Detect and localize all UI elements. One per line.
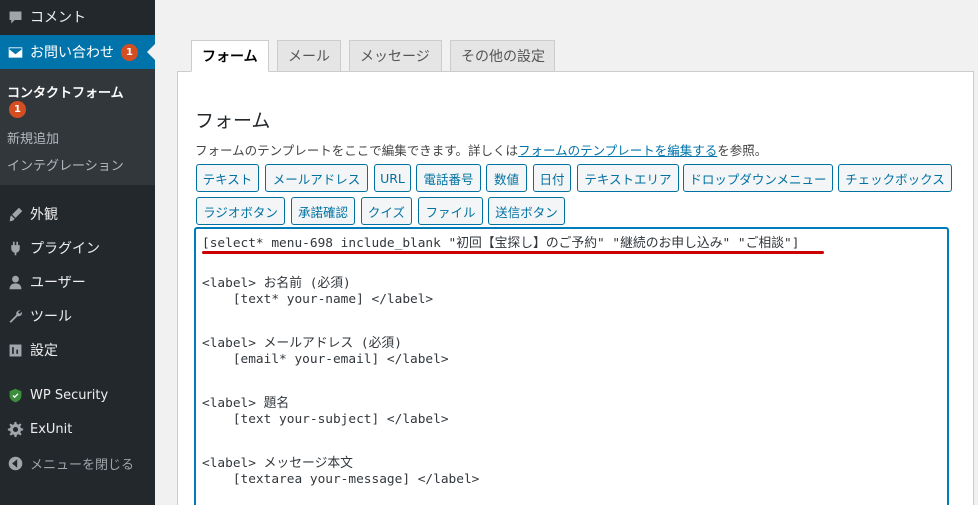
code-line: <label> メッセージ本文 (202, 456, 353, 471)
form-panel: フォーム フォームのテンプレートをここで編集できます。詳しくはフォームのテンプレ… (177, 71, 974, 505)
tag-button-text[interactable]: テキスト (196, 164, 259, 192)
tag-button-email[interactable]: メールアドレス (265, 164, 368, 192)
tab-label: メール (288, 49, 330, 65)
menu-item-label: コメント (30, 10, 86, 26)
menu-item-label: 外観 (30, 207, 58, 223)
menu-item-wp-security[interactable]: WP Security (0, 378, 155, 412)
submenu-item-contact-forms[interactable]: コンタクトフォーム (7, 82, 124, 101)
menu-item-settings[interactable]: 設定 (0, 333, 155, 367)
notification-badge: 1 (9, 101, 26, 118)
code-line: <label> 題名 (202, 396, 290, 411)
tag-button-url[interactable]: URL (374, 164, 411, 192)
comment-icon (0, 9, 30, 26)
form-description: フォームのテンプレートをここで編集できます。詳しくはフォームのテンプレートを編集… (195, 140, 767, 159)
submenu-item-add-new[interactable]: 新規追加 (7, 128, 59, 147)
description-text: を参照。 (717, 143, 768, 158)
mail-icon (0, 44, 30, 61)
code-line: <label> メールアドレス (必須) (202, 336, 402, 351)
menu-item-label: WP Security (30, 387, 109, 403)
tab-additional-settings[interactable]: その他の設定 (450, 40, 555, 72)
gear-icon (0, 421, 30, 438)
collapse-menu-button[interactable]: メニューを閉じる (0, 446, 155, 480)
menu-item-label: ExUnit (30, 421, 73, 437)
menu-item-appearance[interactable]: 外観 (0, 197, 155, 231)
tag-button-acceptance[interactable]: 承諾確認 (291, 197, 355, 225)
description-text: フォームのテンプレートをここで編集できます。詳しくは (195, 143, 519, 158)
tab-label: フォーム (202, 49, 258, 65)
admin-sidebar: コメント お問い合わせ 1 コンタクトフォーム 1 新規追加 インテグレーション… (0, 0, 155, 505)
notification-badge: 1 (121, 43, 138, 61)
menu-item-exunit[interactable]: ExUnit (0, 412, 155, 446)
shield-icon (0, 387, 30, 404)
tag-button-dropdown[interactable]: ドロップダウンメニュー (683, 164, 833, 192)
menu-item-users[interactable]: ユーザー (0, 265, 155, 299)
menu-item-label: メニューを閉じる (30, 457, 135, 473)
menu-item-label: ツール (30, 309, 72, 325)
submenu-item-label: 新規追加 (7, 132, 60, 147)
section-heading: フォーム (195, 110, 271, 132)
code-line: [textarea your-message] </label> (202, 472, 480, 487)
code-line: [text* your-name] </label> (202, 292, 434, 307)
edit-template-link[interactable]: フォームのテンプレートを編集する (518, 143, 717, 158)
code-line: [select* menu-698 include_blank "初回【宝探し】… (202, 236, 800, 251)
form-template-editor[interactable]: [select* menu-698 include_blank "初回【宝探し】… (194, 227, 949, 505)
contact-submenu: コンタクトフォーム 1 新規追加 インテグレーション (0, 69, 155, 185)
tag-button-submit[interactable]: 送信ボタン (488, 197, 565, 225)
tab-form[interactable]: フォーム (191, 40, 269, 72)
tag-button-quiz[interactable]: クイズ (361, 197, 412, 225)
menu-item-tools[interactable]: ツール (0, 299, 155, 333)
menu-item-plugins[interactable]: プラグイン (0, 231, 155, 265)
paintbrush-icon (0, 206, 30, 223)
menu-item-comments[interactable]: コメント (0, 0, 155, 34)
menu-item-label: プラグイン (30, 241, 100, 257)
menu-item-label: ユーザー (30, 275, 86, 291)
tag-button-tel[interactable]: 電話番号 (416, 164, 481, 192)
tab-mail[interactable]: メール (277, 40, 341, 72)
wrench-icon (0, 308, 30, 325)
collapse-arrow-icon (0, 455, 30, 472)
submenu-item-label: インテグレーション (7, 159, 124, 174)
plug-icon (0, 240, 30, 257)
tag-button-checkbox[interactable]: チェックボックス (838, 164, 952, 192)
submenu-item-label: コンタクトフォーム (7, 86, 124, 101)
main-content: フォーム メール メッセージ その他の設定 フォーム フォームのテンプレートをこ… (155, 0, 978, 505)
tag-button-date[interactable]: 日付 (533, 164, 571, 192)
code-line: <label> お名前 (必須) (202, 276, 351, 291)
highlight-underline (202, 251, 824, 254)
tag-button-file[interactable]: ファイル (418, 197, 483, 225)
menu-item-label: お問い合わせ (30, 45, 114, 61)
user-icon (0, 274, 30, 291)
submenu-item-integration[interactable]: インテグレーション (7, 155, 124, 174)
tag-button-textarea[interactable]: テキストエリア (577, 164, 679, 192)
code-line: [email* your-email] </label> (202, 352, 449, 367)
tag-button-radio[interactable]: ラジオボタン (196, 197, 285, 225)
code-line: [text your-subject] </label> (202, 412, 449, 427)
tab-label: その他の設定 (461, 49, 545, 65)
menu-item-contact[interactable]: お問い合わせ 1 (0, 35, 155, 69)
menu-item-label: 設定 (30, 343, 58, 359)
tab-messages[interactable]: メッセージ (349, 40, 442, 72)
settings-icon (0, 342, 30, 359)
tag-button-number[interactable]: 数値 (486, 164, 527, 192)
tab-label: メッセージ (360, 49, 430, 65)
